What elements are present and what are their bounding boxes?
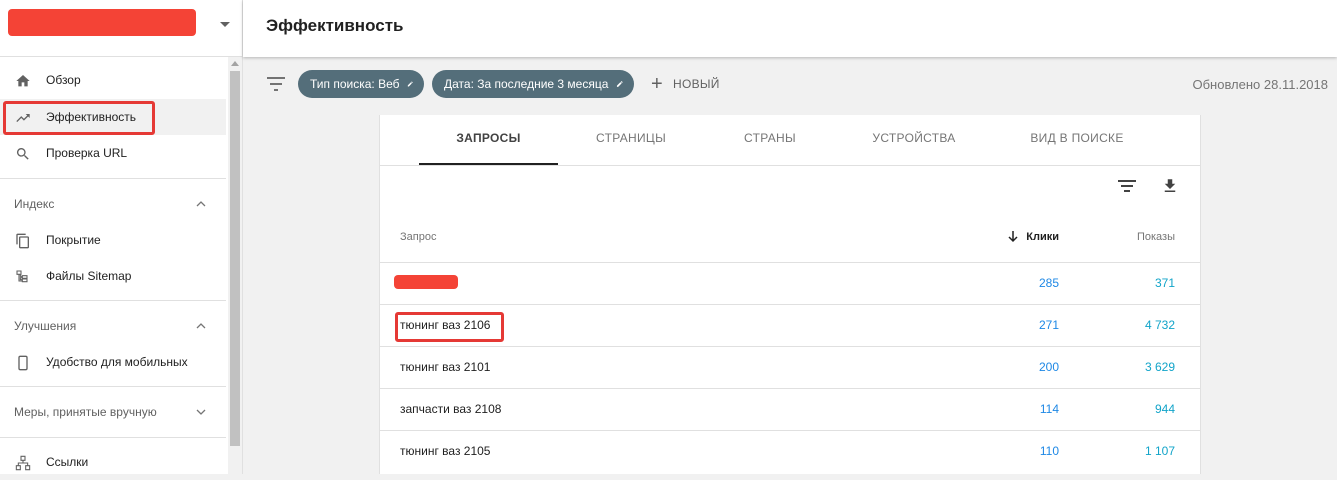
cell-clicks: 285: [1038, 276, 1059, 290]
sidebar-item-label: Файлы Sitemap: [46, 269, 132, 283]
section-header-index[interactable]: Индекс: [14, 197, 54, 211]
new-filter-button[interactable]: + НОВЫЙ: [651, 73, 720, 95]
download-icon[interactable]: [1161, 177, 1179, 195]
copy-pages-icon: [16, 233, 29, 249]
cell-impressions: 4 732: [1144, 318, 1175, 332]
cell-clicks: 110: [1039, 444, 1059, 458]
sidebar: Обзор Эффективность Проверка URL Индекс …: [0, 0, 243, 474]
sidebar-item-label: Удобство для мобильных: [46, 355, 188, 369]
cell-query: тюнинг ваз 2101: [400, 360, 491, 374]
dropdown-caret-icon[interactable]: [220, 22, 230, 27]
chip-label: Тип поиска: Веб: [310, 77, 400, 91]
sidebar-item-overview[interactable]: Обзор: [0, 62, 226, 98]
tab-queries[interactable]: ЗАПРОСЫ: [419, 115, 558, 165]
new-filter-label: НОВЫЙ: [672, 77, 720, 91]
sidebar-item-label: Покрытие: [46, 233, 101, 247]
divider: [0, 300, 226, 301]
sidebar-item-links[interactable]: Ссылки: [0, 444, 226, 480]
sidebar-item-url-inspection[interactable]: Проверка URL: [0, 135, 226, 171]
highlight-box: [3, 101, 155, 135]
table-row[interactable]: запчасти ваз 2108 114 944: [380, 388, 1200, 431]
sidebar-item-label: Проверка URL: [46, 146, 128, 160]
tab-pages[interactable]: СТРАНИЦЫ: [576, 115, 686, 165]
smartphone-icon: [18, 355, 28, 371]
edit-pencil-icon[interactable]: [616, 78, 624, 90]
section-header-enhancements[interactable]: Улучшения: [14, 319, 76, 333]
sidebar-item-coverage[interactable]: Покрытие: [0, 222, 226, 258]
chip-search-type[interactable]: Тип поиска: Веб: [298, 70, 424, 98]
column-header-clicks[interactable]: Клики: [1008, 231, 1059, 243]
sidebar-item-sitemaps[interactable]: Файлы Sitemap: [0, 258, 226, 294]
home-icon: [16, 75, 30, 87]
edit-pencil-icon[interactable]: [407, 78, 414, 90]
section-header-manual-actions[interactable]: Меры, принятые вручную: [14, 405, 157, 419]
cell-impressions: 944: [1154, 402, 1175, 416]
divider: [0, 178, 226, 179]
filter-rows-icon[interactable]: [1118, 177, 1136, 195]
chip-date-range[interactable]: Дата: За последние 3 месяца: [432, 70, 634, 98]
chip-label: Дата: За последние 3 месяца: [444, 77, 609, 91]
header: Эффективность: [243, 0, 1337, 57]
tab-search-appearance[interactable]: ВИД В ПОИСКЕ: [1012, 115, 1142, 165]
arrow-down-sort-icon: [1008, 231, 1018, 243]
sidebar-item-mobile-usability[interactable]: Удобство для мобильных: [0, 344, 226, 380]
sidebar-item-label: Ссылки: [46, 455, 89, 469]
scroll-up-arrow-icon[interactable]: [231, 61, 239, 66]
tab-bar: ЗАПРОСЫ СТРАНИЦЫ СТРАНЫ УСТРОЙСТВА ВИД В…: [380, 115, 1200, 166]
table-row[interactable]: тюнинг ваз 2105 110 1 107: [380, 430, 1200, 473]
page-title: Эффективность: [266, 16, 404, 35]
table-row[interactable]: 285 371: [380, 262, 1200, 305]
cell-impressions: 1 107: [1144, 444, 1175, 458]
column-header-impressions[interactable]: Показы: [1137, 231, 1175, 243]
chevron-up-icon[interactable]: [196, 321, 206, 331]
chevron-down-icon[interactable]: [196, 407, 206, 417]
sidebar-item-label: Обзор: [46, 73, 81, 87]
filter-list-icon[interactable]: [267, 77, 285, 91]
queries-card: ЗАПРОСЫ СТРАНИЦЫ СТРАНЫ УСТРОЙСТВА ВИД В…: [379, 115, 1201, 474]
cell-query: тюнинг ваз 2105: [400, 444, 491, 458]
plus-icon: +: [651, 73, 663, 95]
chevron-up-icon[interactable]: [196, 199, 206, 209]
cell-impressions: 3 629: [1144, 360, 1175, 374]
property-selector[interactable]: [0, 0, 242, 57]
filter-bar: Тип поиска: Веб Дата: За последние 3 мес…: [243, 60, 1337, 110]
cell-clicks: 114: [1039, 402, 1059, 416]
redacted-property-name: [8, 9, 196, 36]
scrollbar-thumb[interactable]: [230, 71, 240, 446]
column-header-query: Запрос: [400, 231, 437, 243]
cell-clicks: 271: [1038, 318, 1059, 332]
column-header-label: Клики: [1026, 231, 1059, 243]
tab-devices[interactable]: УСТРОЙСТВА: [854, 115, 974, 165]
cell-impressions: 371: [1154, 276, 1175, 290]
tab-countries[interactable]: СТРАНЫ: [720, 115, 820, 165]
highlight-box: [395, 312, 504, 342]
divider: [0, 386, 226, 387]
sitemap-icon: [16, 270, 28, 283]
last-updated-text: Обновлено 28.11.2018: [1192, 77, 1328, 92]
divider: [0, 437, 226, 438]
cell-query: запчасти ваз 2108: [400, 402, 502, 416]
search-icon: [16, 148, 29, 160]
redacted-query: [394, 275, 458, 289]
cell-clicks: 200: [1038, 360, 1059, 374]
table-row[interactable]: тюнинг ваз 2101 200 3 629: [380, 346, 1200, 389]
links-tree-icon: [15, 455, 31, 471]
